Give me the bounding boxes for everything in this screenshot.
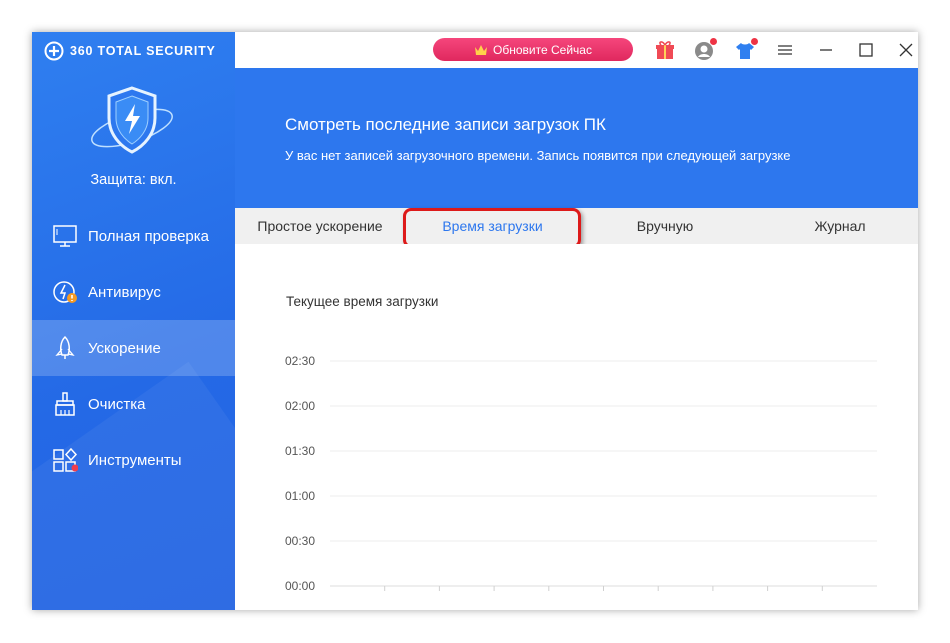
sidebar-item-speedup[interactable]: Ускорение [32, 320, 235, 376]
y-tick-label: 01:00 [285, 489, 315, 503]
tools-grid-icon [52, 447, 78, 473]
rocket-icon [52, 335, 78, 361]
sidebar-nav: Полная проверка Антивирус Ускорение Очис… [32, 208, 235, 488]
sidebar-item-tools[interactable]: Инструменты [32, 432, 235, 488]
monitor-icon [52, 223, 78, 249]
upgrade-button[interactable]: Обновите Сейчас [433, 38, 633, 61]
y-tick-label: 01:30 [285, 444, 315, 458]
banner-title: Смотреть последние записи загрузок ПК [285, 115, 606, 134]
tab-bar: Простое ускорение Время загрузки Вручную… [235, 208, 918, 248]
title-bar: Обновите Сейчас [235, 32, 918, 68]
upgrade-label: Обновите Сейчас [493, 42, 592, 57]
user-avatar-icon[interactable] [694, 38, 717, 61]
y-tick-label: 02:00 [285, 399, 315, 413]
brand-name: 360 TOTAL SECURITY [70, 44, 216, 58]
y-tick-label: 00:30 [285, 534, 315, 548]
app-window: 360 TOTAL SECURITY Защита: вкл. Полная п… [32, 32, 918, 610]
crown-icon [475, 44, 488, 55]
tab-simple-speedup[interactable]: Простое ускорение [245, 208, 395, 244]
tab-journal[interactable]: Журнал [790, 208, 890, 244]
sidebar-item-label: Антивирус [88, 283, 161, 301]
menu-icon[interactable] [774, 39, 796, 61]
brand: 360 TOTAL SECURITY [44, 41, 216, 61]
boot-time-chart: 00:00 00:30 01:00 01:30 02:00 02:30 [285, 354, 877, 593]
notification-dot [710, 38, 717, 45]
sidebar-item-label: Полная проверка [88, 227, 209, 245]
banner-subtitle: У вас нет записей загрузочного времени. … [285, 148, 791, 163]
maximize-icon[interactable] [855, 39, 877, 61]
notification-dot [751, 38, 758, 45]
gift-icon[interactable] [654, 39, 676, 61]
close-icon[interactable] [895, 39, 917, 61]
sidebar-item-full-scan[interactable]: Полная проверка [32, 208, 235, 264]
header-banner: Смотреть последние записи загрузок ПК У … [235, 68, 918, 208]
boot-time-panel: Текущее время загрузки 00:00 00:30 01:00 01… [235, 244, 918, 610]
sidebar-item-cleanup[interactable]: Очистка [32, 376, 235, 432]
sidebar-item-label: Очистка [88, 395, 146, 413]
tshirt-skin-icon[interactable] [734, 38, 758, 61]
y-tick-label: 02:30 [285, 354, 315, 368]
y-tick-label: 00:00 [285, 579, 315, 593]
protection-status: Защита: вкл. [90, 172, 177, 188]
shield-icon [91, 86, 173, 154]
antivirus-icon [52, 279, 78, 305]
annotation-highlight [403, 208, 581, 248]
sidebar-item-label: Инструменты [88, 451, 182, 469]
sidebar-item-label: Ускорение [88, 339, 161, 357]
sidebar-item-antivirus[interactable]: Антивирус [32, 264, 235, 320]
tab-manual[interactable]: Вручную [615, 208, 715, 244]
brand-logo-icon [44, 41, 64, 61]
sidebar: 360 TOTAL SECURITY Защита: вкл. Полная п… [32, 32, 235, 610]
minimize-icon[interactable] [815, 39, 837, 61]
broom-icon [52, 391, 78, 417]
